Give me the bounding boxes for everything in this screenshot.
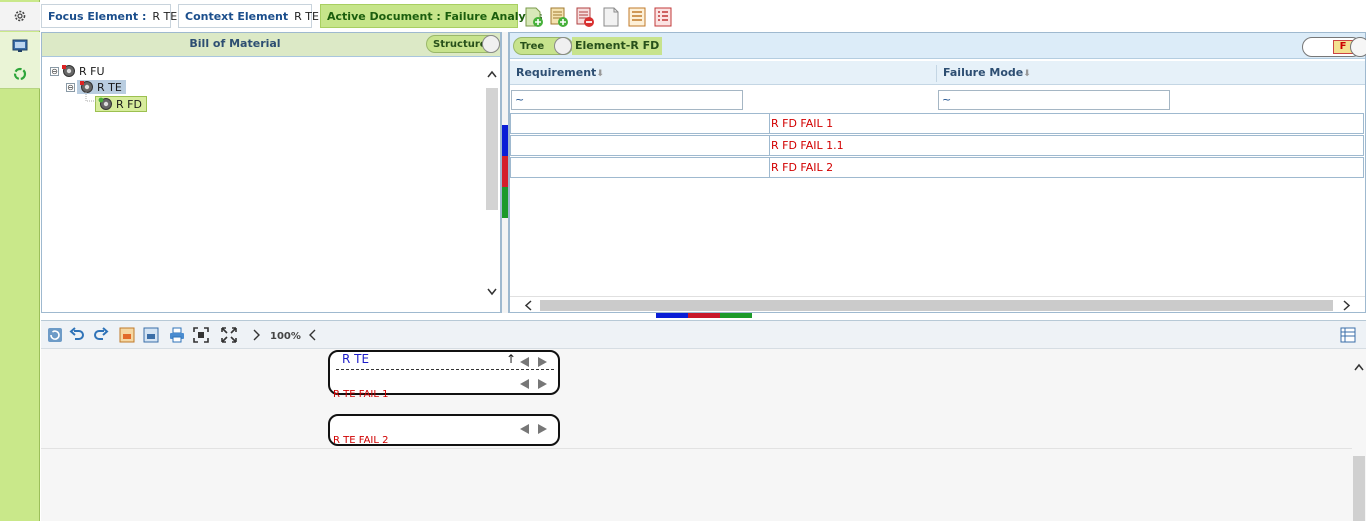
failure-mode-column-header[interactable]: Failure Mode⬇	[943, 66, 1031, 79]
diagram-canvas[interactable]: R TE ↑ R TE FAIL 1 R TE FAIL 2	[41, 349, 1366, 521]
failure-label[interactable]: R TE FAIL 1	[333, 389, 388, 400]
scroll-thumb[interactable]	[1353, 456, 1365, 521]
tree-node-label: R FD	[116, 97, 142, 111]
diagram-toolbar: 100%	[41, 320, 1366, 349]
context-element-label: Context Element	[185, 9, 289, 23]
chevron-right-icon[interactable]	[538, 379, 547, 389]
chevron-left-icon[interactable]	[524, 300, 532, 311]
focus-element-value: R TE	[152, 9, 178, 23]
table-row[interactable]: R FD FAIL 2	[510, 157, 1364, 178]
failure-mode-header: Tree Element-R FD F	[510, 33, 1366, 59]
canvas-vertical-scrollbar[interactable]	[1352, 349, 1366, 521]
active-document-label: Active Document : Failure Analysis	[327, 9, 543, 23]
table-row[interactable]: R FD FAIL 1.1	[510, 135, 1364, 156]
new-document-icon[interactable]	[523, 6, 545, 28]
chevron-left-icon[interactable]	[520, 357, 529, 367]
table-row[interactable]: R FD FAIL 1	[510, 113, 1364, 134]
blank-document-icon[interactable]	[600, 6, 622, 28]
failure-mode-filter-input[interactable]: ~	[938, 90, 1170, 110]
export-jpg-icon[interactable]	[119, 327, 135, 343]
toggle-knob	[482, 35, 500, 53]
refresh-cycle-button[interactable]	[0, 60, 40, 89]
tree-node-label: R FU	[79, 64, 105, 78]
context-element-box[interactable]: Context Element R TE	[178, 4, 319, 28]
scroll-thumb[interactable]	[540, 300, 1333, 311]
tree-toggle[interactable]: Tree	[513, 37, 573, 55]
fit-to-screen-icon[interactable]	[193, 327, 209, 343]
color-bar-red	[688, 313, 720, 318]
monitor-button[interactable]	[0, 32, 40, 61]
requirement-filter-input[interactable]: ~	[511, 90, 743, 110]
row-marker-green	[502, 187, 508, 218]
chevron-right-icon[interactable]	[1343, 300, 1351, 311]
remove-list-icon[interactable]	[574, 6, 596, 28]
chevron-right-icon[interactable]	[249, 327, 265, 343]
failure-mode-panel: Tree Element-R FD F Requirement⬇ Failure…	[509, 32, 1366, 313]
toggle-knob	[1350, 37, 1366, 57]
context-element-value: R TE	[294, 9, 319, 23]
chevron-down-icon[interactable]	[487, 288, 497, 296]
element-label: Element-R FD	[572, 37, 663, 55]
chevron-up-icon[interactable]	[487, 70, 497, 78]
chevron-right-icon[interactable]	[538, 424, 547, 434]
ordered-list-icon[interactable]	[626, 6, 648, 28]
print-icon[interactable]	[169, 327, 185, 343]
chevron-left-icon[interactable]	[520, 424, 529, 434]
tree-connector	[85, 92, 96, 102]
add-list-icon[interactable]	[548, 6, 570, 28]
refresh-icon[interactable]	[47, 327, 63, 343]
tree-node-label: R TE	[97, 80, 122, 94]
row-marker-red	[502, 156, 508, 187]
chevron-left-icon[interactable]	[520, 379, 529, 389]
filter-toggle[interactable]: F	[1302, 37, 1366, 57]
bom-title: Bill of Material	[189, 37, 281, 50]
color-bar-blue	[656, 313, 688, 318]
chevron-left-icon[interactable]	[305, 327, 321, 343]
grid-view-icon[interactable]	[1340, 327, 1356, 343]
up-arrow-icon[interactable]: ↑	[506, 352, 516, 366]
tree-node-r-fu[interactable]: ⊖ R FU	[50, 64, 107, 78]
component-gear-icon	[98, 97, 112, 110]
settings-button[interactable]	[0, 2, 40, 31]
collapse-icon[interactable]: ⊖	[66, 82, 75, 92]
horizontal-scrollbar[interactable]	[510, 296, 1365, 312]
failure-mode-cell: R FD FAIL 1	[769, 114, 833, 133]
failure-mode-cell: R FD FAIL 2	[769, 158, 833, 177]
collapse-icon[interactable]: ⊖	[50, 66, 59, 76]
focus-element-box[interactable]: Focus Element : R TE	[41, 4, 177, 28]
chevron-up-icon[interactable]	[1354, 363, 1364, 371]
undo-icon[interactable]	[69, 327, 85, 343]
color-bar-green	[720, 313, 752, 318]
export-png-icon[interactable]	[143, 327, 159, 343]
scroll-thumb[interactable]	[486, 88, 498, 210]
structure-toggle-label: Structure	[433, 38, 487, 50]
left-rail	[0, 0, 40, 521]
structure-toggle[interactable]: Structure	[426, 35, 500, 53]
recycle-icon	[13, 67, 27, 81]
redo-icon[interactable]	[93, 327, 109, 343]
checklist-icon[interactable]	[652, 6, 674, 28]
bom-vertical-scrollbar[interactable]	[485, 58, 499, 310]
column-header-row: Requirement⬇ Failure Mode⬇	[510, 61, 1365, 85]
failure-mode-cell: R FD FAIL 1.1	[769, 136, 844, 155]
bom-header: Bill of Material Structure	[42, 33, 500, 57]
toggle-knob	[554, 37, 572, 55]
active-document-box[interactable]: Active Document : Failure Analysis	[320, 4, 543, 28]
zoom-level: 100%	[270, 331, 301, 342]
bill-of-material-panel: Bill of Material Structure	[41, 32, 501, 313]
tree-node-r-fd[interactable]: R FD	[95, 96, 147, 112]
node-title: R TE	[342, 352, 370, 366]
monitor-icon	[12, 39, 28, 52]
focus-element-label: Focus Element :	[48, 9, 147, 23]
chevron-right-icon[interactable]	[538, 357, 547, 367]
failure-label[interactable]: R TE FAIL 2	[333, 435, 388, 446]
row-marker-blue	[502, 125, 508, 156]
requirement-column-header[interactable]: Requirement⬇	[516, 66, 604, 79]
filter-row: ~ ~	[510, 87, 1365, 111]
component-gear-icon	[62, 65, 75, 77]
gear-icon	[14, 10, 26, 22]
tree-toggle-label: Tree	[520, 40, 545, 52]
expand-icon[interactable]	[221, 327, 237, 343]
